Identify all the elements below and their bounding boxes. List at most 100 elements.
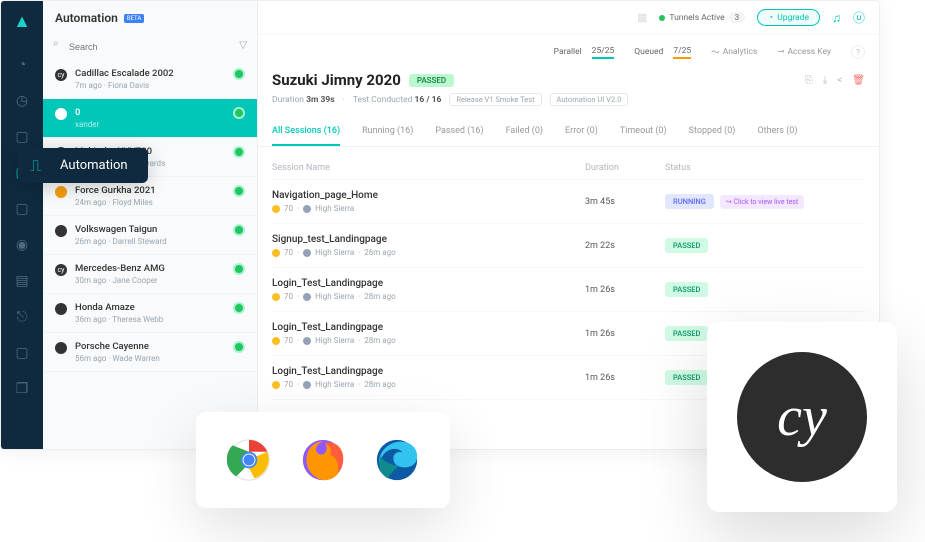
tab[interactable]: All Sessions (16)	[272, 120, 340, 146]
live-test-chip[interactable]: ↪ Click to view live test	[720, 195, 804, 209]
status-dot-icon	[233, 68, 245, 80]
test-item[interactable]: Porsche Cayenne 56m ago · Wade Warren	[43, 333, 257, 372]
automation-tooltip: ⎍ Automation	[18, 148, 148, 183]
session-header: Session Name Duration Status	[272, 157, 865, 180]
search-row: ⌕ ▽	[43, 31, 257, 60]
session-duration: 2m 22s	[585, 241, 665, 251]
access-key-link[interactable]: ⊸Access Key	[777, 47, 831, 57]
session-name: Login_Test_Landingpage	[272, 366, 585, 377]
item7-icon[interactable]: ▤	[15, 273, 28, 289]
logo-icon[interactable]: ▲	[13, 11, 31, 32]
session-status-chip: RUNNING	[665, 194, 714, 209]
copy-icon[interactable]: ⎘	[805, 75, 813, 86]
firefox-icon	[301, 438, 345, 482]
upgrade-icon: ◔	[768, 12, 773, 23]
delete-icon[interactable]: 🗑	[852, 75, 865, 86]
status-dot-icon	[233, 185, 245, 197]
session-status-chip: PASSED	[665, 238, 708, 253]
share-icon[interactable]: <	[837, 75, 842, 86]
session-duration: 3m 45s	[585, 197, 665, 207]
test-list: cy Cadillac Escalade 2002 7m ago · Fiona…	[43, 60, 257, 449]
session-status-chip: PASSED	[665, 370, 708, 385]
session-name: Login_Test_Landingpage	[272, 322, 585, 333]
grid-icon[interactable]: ▦	[637, 11, 647, 24]
cypress-card: cy	[707, 322, 897, 512]
bell-icon[interactable]: ♫	[832, 11, 841, 25]
bot-icon[interactable]: ⎋	[16, 309, 27, 325]
test-item[interactable]: cy Mercedes-Benz AMG 30m ago · Jane Coop…	[43, 255, 257, 294]
session-row[interactable]: Signup_test_Landingpage 70· High Sierra·…	[272, 224, 865, 268]
test-avatar	[55, 108, 67, 120]
tab[interactable]: Passed (16)	[435, 120, 483, 146]
panel-title: Automation	[55, 11, 118, 25]
os-dot-icon	[303, 337, 311, 345]
search-input[interactable]	[53, 38, 186, 56]
download-icon[interactable]: ⤓	[823, 75, 827, 86]
test-meta: 26m ago · Darrell Steward	[75, 237, 225, 246]
copy-icon[interactable]: ❐	[16, 381, 29, 397]
dashboard-icon[interactable]: ◔	[18, 56, 26, 73]
browser-dot-icon	[272, 205, 280, 213]
session-row[interactable]: Login_Test_Landingpage 70· High Sierra·2…	[272, 268, 865, 312]
test-meta: 24m ago · Floyd Miles	[75, 198, 225, 207]
item6-icon[interactable]: ◉	[16, 237, 28, 253]
tab[interactable]: Others (0)	[757, 120, 797, 146]
build-header: Suzuki Jimny 2020 PASSED ⎘ ⤓ < 🗑 Duratio…	[258, 65, 879, 116]
chrome-icon	[227, 438, 271, 482]
os-dot-icon	[303, 249, 311, 257]
tab[interactable]: Running (16)	[362, 120, 413, 146]
user-icon[interactable]: ⓤ	[853, 9, 865, 26]
tab[interactable]: Timeout (0)	[620, 120, 667, 146]
search-icon: ⌕	[53, 38, 59, 49]
status-dot-icon	[233, 224, 245, 236]
col-session-name: Session Name	[272, 163, 585, 173]
test-name: 0	[75, 107, 225, 118]
tunnels-status: Tunnels Active 3	[659, 12, 745, 23]
browser-dot-icon	[272, 293, 280, 301]
clock-icon[interactable]: ◷	[16, 93, 28, 109]
edge-icon	[375, 438, 419, 482]
filter-icon[interactable]: ▽	[239, 40, 247, 51]
analytics-link[interactable]: 〜Analytics	[711, 46, 757, 58]
test-avatar: cy	[55, 264, 67, 276]
browser-dot-icon	[272, 337, 280, 345]
item9-icon[interactable]: ▢	[15, 345, 28, 361]
cypress-logo: cy	[737, 352, 867, 482]
tab[interactable]: Stopped (0)	[689, 120, 736, 146]
test-avatar: cy	[55, 69, 67, 81]
os-dot-icon	[303, 205, 311, 213]
upgrade-button[interactable]: ◔ Upgrade	[757, 9, 820, 26]
test-item[interactable]: 0 xander	[43, 99, 257, 138]
col-duration: Duration	[585, 163, 665, 173]
os-dot-icon	[303, 293, 311, 301]
os-dot-icon	[303, 381, 311, 389]
col-status: Status	[665, 163, 865, 173]
test-item[interactable]: cy Cadillac Escalade 2002 7m ago · Fiona…	[43, 60, 257, 99]
tab[interactable]: Error (0)	[565, 120, 598, 146]
session-duration: 1m 26s	[585, 329, 665, 339]
robot-icon: ⎍	[30, 156, 41, 176]
test-name: Cadillac Escalade 2002	[75, 68, 225, 79]
top-bar: ▦ Tunnels Active 3 ◔ Upgrade ♫ ⓤ	[258, 1, 879, 35]
session-status-chip: PASSED	[665, 282, 708, 297]
icon-sidebar: ▲ ◔ ◷ ▢ ▢ ▢ ◉ ▤ ⎋ ▢ ❐	[1, 1, 43, 449]
session-duration: 1m 26s	[585, 373, 665, 383]
test-meta: 30m ago · Jane Cooper	[75, 276, 225, 285]
item5-icon[interactable]: ▢	[15, 201, 28, 217]
test-item[interactable]: Honda Amaze 36m ago · Theresa Webb	[43, 294, 257, 333]
session-row[interactable]: Navigation_page_Home 70· High Sierra 3m …	[272, 180, 865, 224]
tab[interactable]: Failed (0)	[506, 120, 543, 146]
tabs: All Sessions (16) Running (16) Passed (16)…	[258, 116, 879, 147]
session-detail: 70· High Sierra	[272, 204, 585, 213]
realtime-icon[interactable]: ▢	[15, 129, 28, 145]
help-icon[interactable]: ?	[851, 45, 865, 59]
test-meta: xander	[75, 120, 225, 129]
session-name: Navigation_page_Home	[272, 190, 585, 201]
build-tag-1: Release V1 Smoke Test	[449, 93, 541, 106]
test-avatar	[55, 225, 67, 237]
browser-dot-icon	[272, 249, 280, 257]
session-name: Login_Test_Landingpage	[272, 278, 585, 289]
test-item[interactable]: Volkswagen Taigun 26m ago · Darrell Stew…	[43, 216, 257, 255]
build-meta: Duration 3m 39s · Test Conducted 16 / 16…	[272, 93, 865, 106]
panel-header: Automation Beta	[43, 1, 257, 31]
